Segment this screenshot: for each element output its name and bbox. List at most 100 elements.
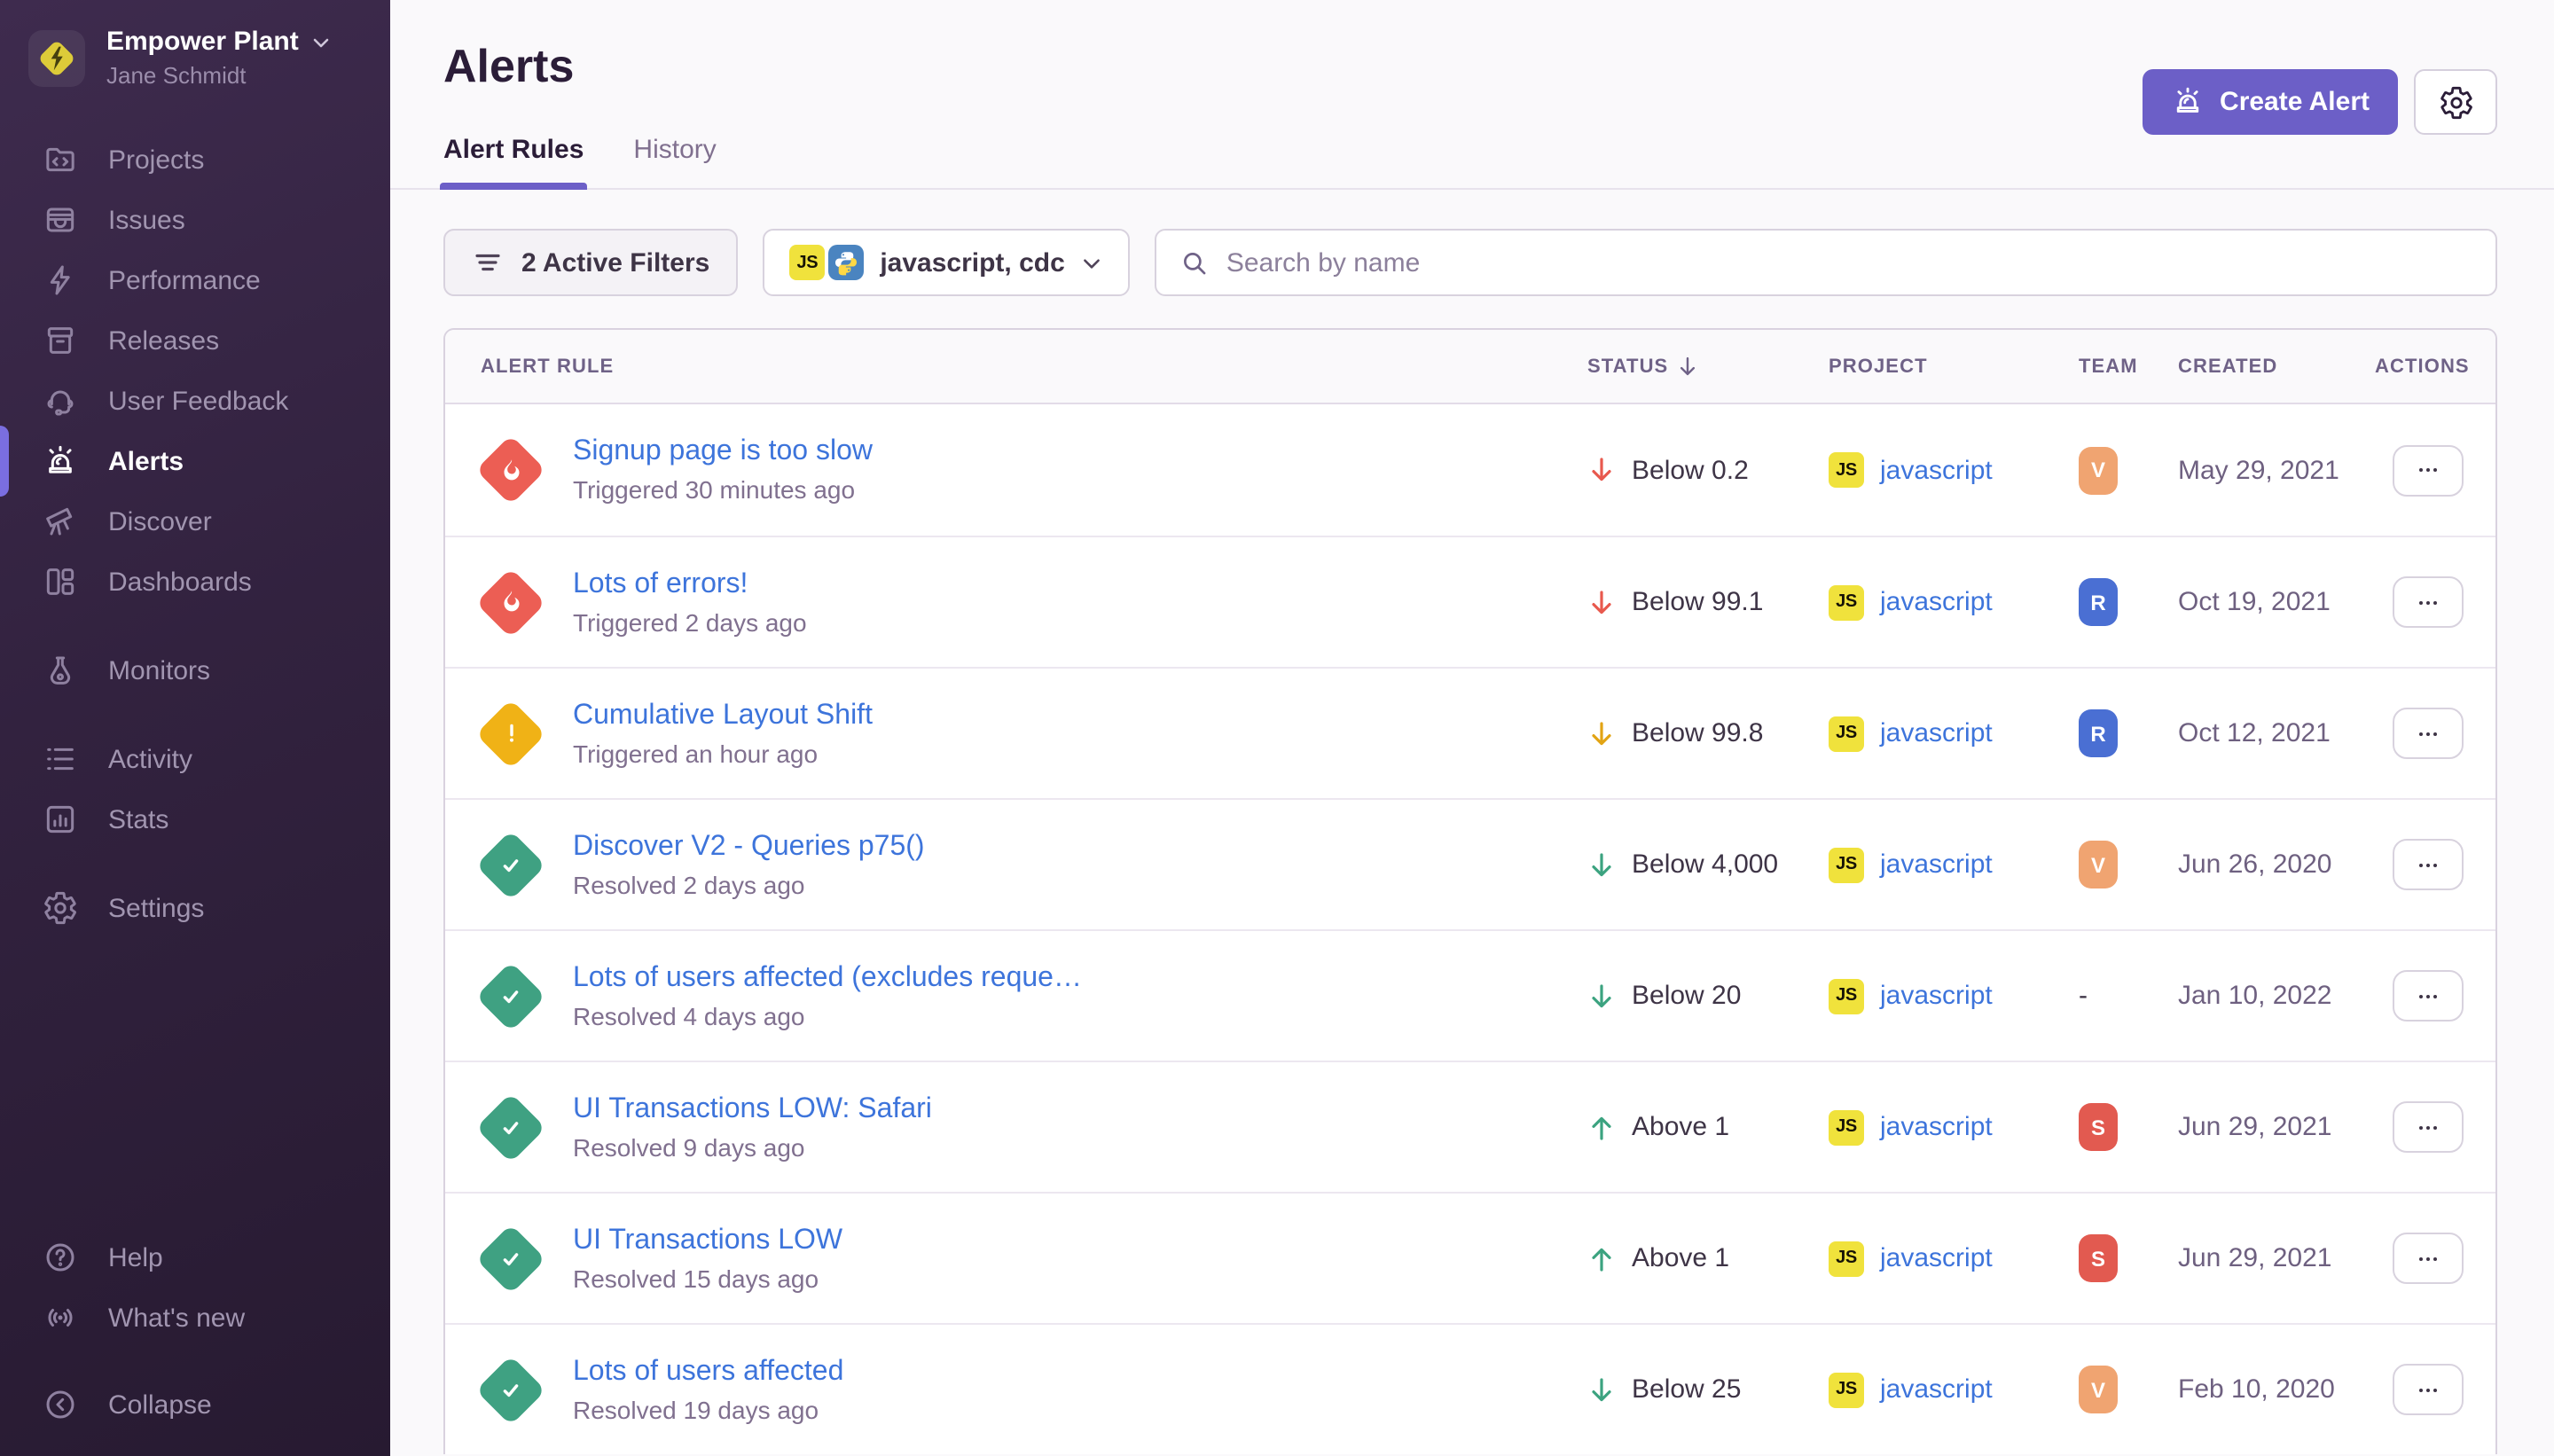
content-area: 2 Active Filters JS javascript, cdc <box>390 190 2554 1454</box>
sidebar-item-monitors[interactable]: Monitors <box>0 640 390 701</box>
sidebar-item-releases[interactable]: Releases <box>0 310 390 371</box>
sidebar-item-issues[interactable]: Issues <box>0 190 390 250</box>
projects-icon <box>43 142 78 177</box>
search-box[interactable] <box>1156 229 2497 296</box>
status-value: Above 1 <box>1632 1243 1729 1273</box>
sidebar-item-what-s-new[interactable]: What's new <box>0 1288 390 1348</box>
row-actions-button[interactable] <box>2393 839 2464 890</box>
project-link[interactable]: javascript <box>1880 1374 1993 1405</box>
active-filters-button[interactable]: 2 Active Filters <box>443 229 738 296</box>
project-cell: JS javascript <box>1829 584 2079 620</box>
alert-rule-link[interactable]: Discover V2 - Queries p75() <box>573 831 925 863</box>
tab-alert-rules[interactable]: Alert Rules <box>443 135 584 188</box>
create-alert-button[interactable]: Create Alert <box>2142 69 2398 135</box>
project-link[interactable]: javascript <box>1880 587 1993 617</box>
ellipsis-icon <box>2414 1113 2442 1141</box>
sidebar-item-label: Alerts <box>108 446 184 476</box>
alert-rule-subtitle: Triggered an hour ago <box>573 739 873 767</box>
table-row: Discover V2 - Queries p75() Resolved 2 d… <box>445 798 2495 929</box>
alert-rule-subtitle: Triggered 2 days ago <box>573 607 807 636</box>
org-switcher[interactable]: Empower Plant Jane Schmidt <box>0 0 390 105</box>
dashboards-icon <box>43 564 78 599</box>
search-input[interactable] <box>1226 247 2472 278</box>
project-link[interactable]: javascript <box>1880 1112 1993 1142</box>
releases-icon <box>43 323 78 358</box>
alert-rule-link[interactable]: UI Transactions LOW <box>573 1225 842 1256</box>
sidebar-item-label: Discover <box>108 506 212 536</box>
alert-rule-link[interactable]: Lots of users affected (excludes reque… <box>573 962 1082 994</box>
chevron-down-icon <box>311 31 333 52</box>
row-actions-button[interactable] <box>2393 1101 2464 1153</box>
main-content: Alerts Create Alert <box>390 0 2554 1456</box>
project-link[interactable]: javascript <box>1880 981 1993 1011</box>
project-link[interactable]: javascript <box>1880 1243 1993 1273</box>
column-header-project[interactable]: PROJECT <box>1829 356 2079 377</box>
column-header-alert-rule[interactable]: ALERT RULE <box>445 356 1587 377</box>
status-cell: Above 1 <box>1587 1112 1829 1142</box>
alert-rule-link[interactable]: Lots of errors! <box>573 568 807 600</box>
sidebar-item-help[interactable]: Help <box>0 1227 390 1288</box>
alert-rule-link[interactable]: Signup page is too slow <box>573 436 873 468</box>
project-link[interactable]: javascript <box>1880 455 1993 485</box>
table-row: Lots of users affected (excludes reque… … <box>445 929 2495 1061</box>
org-name: Empower Plant <box>106 27 299 57</box>
sidebar-item-collapse[interactable]: Collapse <box>0 1374 390 1435</box>
sidebar-item-user-feedback[interactable]: User Feedback <box>0 371 390 431</box>
team-cell: S <box>2079 1234 2178 1282</box>
active-filters-label: 2 Active Filters <box>521 247 709 278</box>
created-date: Jun 29, 2021 <box>2178 1112 2375 1142</box>
severity-icon <box>477 962 544 1029</box>
javascript-platform-icon: JS <box>789 245 825 280</box>
row-actions-button[interactable] <box>2393 970 2464 1022</box>
sidebar-item-label: Releases <box>108 325 219 356</box>
project-filter-dropdown[interactable]: JS javascript, cdc <box>763 229 1130 296</box>
team-cell: V <box>2079 1366 2178 1413</box>
alert-rule-subtitle: Resolved 2 days ago <box>573 870 925 898</box>
created-date: May 29, 2021 <box>2178 455 2375 485</box>
sidebar-item-activity[interactable]: Activity <box>0 729 390 789</box>
team-avatar: S <box>2079 1103 2118 1151</box>
sidebar-item-performance[interactable]: Performance <box>0 250 390 310</box>
sidebar-item-stats[interactable]: Stats <box>0 789 390 849</box>
row-actions-button[interactable] <box>2393 1364 2464 1415</box>
project-cell: JS javascript <box>1829 847 2079 882</box>
sidebar-item-alerts[interactable]: Alerts <box>0 431 390 491</box>
javascript-platform-icon: JS <box>1829 1241 1864 1276</box>
user-feedback-icon <box>43 383 78 419</box>
alert-rule-link[interactable]: Cumulative Layout Shift <box>573 700 873 732</box>
team-avatar: V <box>2079 446 2118 494</box>
chevron-down-icon <box>1081 251 1104 274</box>
alert-rule-subtitle: Triggered 30 minutes ago <box>573 475 873 504</box>
tab-history[interactable]: History <box>633 135 716 188</box>
row-actions-button[interactable] <box>2393 444 2464 496</box>
alert-rules-table: ALERT RULE STATUS PROJECT TEAM CREATED A… <box>443 328 2497 1454</box>
alert-rule-link[interactable]: UI Transactions LOW: Safari <box>573 1093 932 1125</box>
status-cell: Below 20 <box>1587 981 1829 1011</box>
status-value: Below 4,000 <box>1632 849 1778 880</box>
app: Empower Plant Jane Schmidt ProjectsIssue… <box>0 0 2554 1456</box>
column-header-team[interactable]: TEAM <box>2079 356 2178 377</box>
org-user: Jane Schmidt <box>106 62 333 89</box>
ellipsis-icon <box>2414 719 2442 748</box>
settings-button[interactable] <box>2414 69 2497 135</box>
sidebar-item-discover[interactable]: Discover <box>0 491 390 552</box>
status-value: Below 0.2 <box>1632 455 1749 485</box>
javascript-platform-icon: JS <box>1829 716 1864 751</box>
alert-rule-link[interactable]: Lots of users affected <box>573 1356 843 1388</box>
alert-rule-subtitle: Resolved 9 days ago <box>573 1132 932 1161</box>
column-header-status[interactable]: STATUS <box>1587 355 1829 378</box>
row-actions-button[interactable] <box>2393 1233 2464 1284</box>
column-header-created[interactable]: CREATED <box>2178 356 2375 377</box>
team-cell: V <box>2079 841 2178 888</box>
sidebar-item-projects[interactable]: Projects <box>0 129 390 190</box>
discover-icon <box>43 504 78 539</box>
row-actions-button[interactable] <box>2393 576 2464 628</box>
project-link[interactable]: javascript <box>1880 849 1993 880</box>
sidebar-item-settings[interactable]: Settings <box>0 878 390 938</box>
team-avatar: S <box>2079 1234 2118 1282</box>
sidebar-item-dashboards[interactable]: Dashboards <box>0 552 390 612</box>
row-actions-button[interactable] <box>2393 708 2464 759</box>
project-cell: JS javascript <box>1829 1372 2079 1407</box>
project-link[interactable]: javascript <box>1880 718 1993 748</box>
table-row: Lots of users affected Resolved 19 days … <box>445 1323 2495 1454</box>
